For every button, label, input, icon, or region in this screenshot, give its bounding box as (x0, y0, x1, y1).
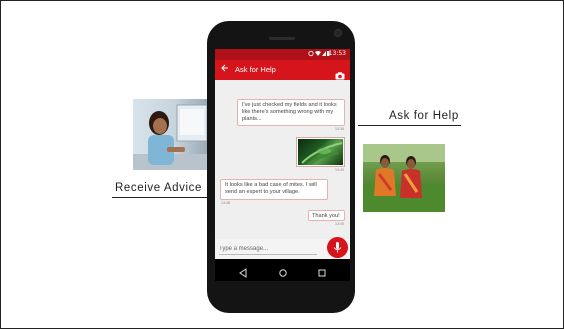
message-bubble-sent: Thank you! (308, 210, 345, 221)
back-triangle-icon[interactable] (237, 264, 249, 278)
receive-advice-caption: Receive Advice (115, 182, 203, 194)
receive-advice-rule (112, 197, 212, 198)
message-image[interactable] (296, 137, 345, 167)
status-icons (308, 50, 330, 59)
message-composer (215, 237, 350, 259)
status-time: 13:53 (328, 50, 346, 57)
phone-speaker (269, 37, 295, 40)
plant-photo (298, 139, 343, 165)
message-time: 13:40 (335, 168, 344, 172)
message-bubble-received: It looks like a bad case of mites. I wil… (220, 179, 328, 200)
sync-icon (308, 50, 314, 57)
message-text: It looks like a bad case of mites. I wil… (225, 182, 317, 195)
ask-for-help-caption: Ask for Help (389, 110, 459, 122)
message-time: 13:36 (335, 127, 344, 131)
camera-icon[interactable] (335, 65, 345, 80)
home-circle-icon[interactable] (277, 264, 289, 277)
message-time: 13:49 (335, 222, 344, 226)
wifi-icon (315, 51, 321, 56)
front-camera (334, 29, 342, 37)
system-nav-bar (215, 259, 350, 281)
message-input[interactable] (219, 243, 317, 255)
message-text: I've just checked my fields and it looks… (242, 102, 337, 122)
app-bar: Ask for Help (215, 60, 350, 80)
message-text: Thank you! (312, 213, 340, 219)
message-time: 13:48 (221, 201, 230, 205)
ask-for-help-photo (363, 144, 445, 212)
receive-advice-photo (133, 99, 208, 170)
message-bubble-sent: I've just checked my fields and it looks… (237, 99, 345, 126)
app-bar-title: Ask for Help (235, 65, 276, 74)
signal-icon (322, 51, 326, 56)
microphone-icon (333, 242, 342, 253)
microphone-button[interactable] (327, 237, 348, 258)
ask-for-help-rule (358, 125, 461, 126)
status-bar: 13:53 (215, 49, 350, 60)
phone-screen: 13:53 Ask for Help I've just checked my … (215, 49, 350, 281)
recents-square-icon[interactable] (316, 264, 328, 277)
arrow-back-icon[interactable] (221, 64, 229, 76)
